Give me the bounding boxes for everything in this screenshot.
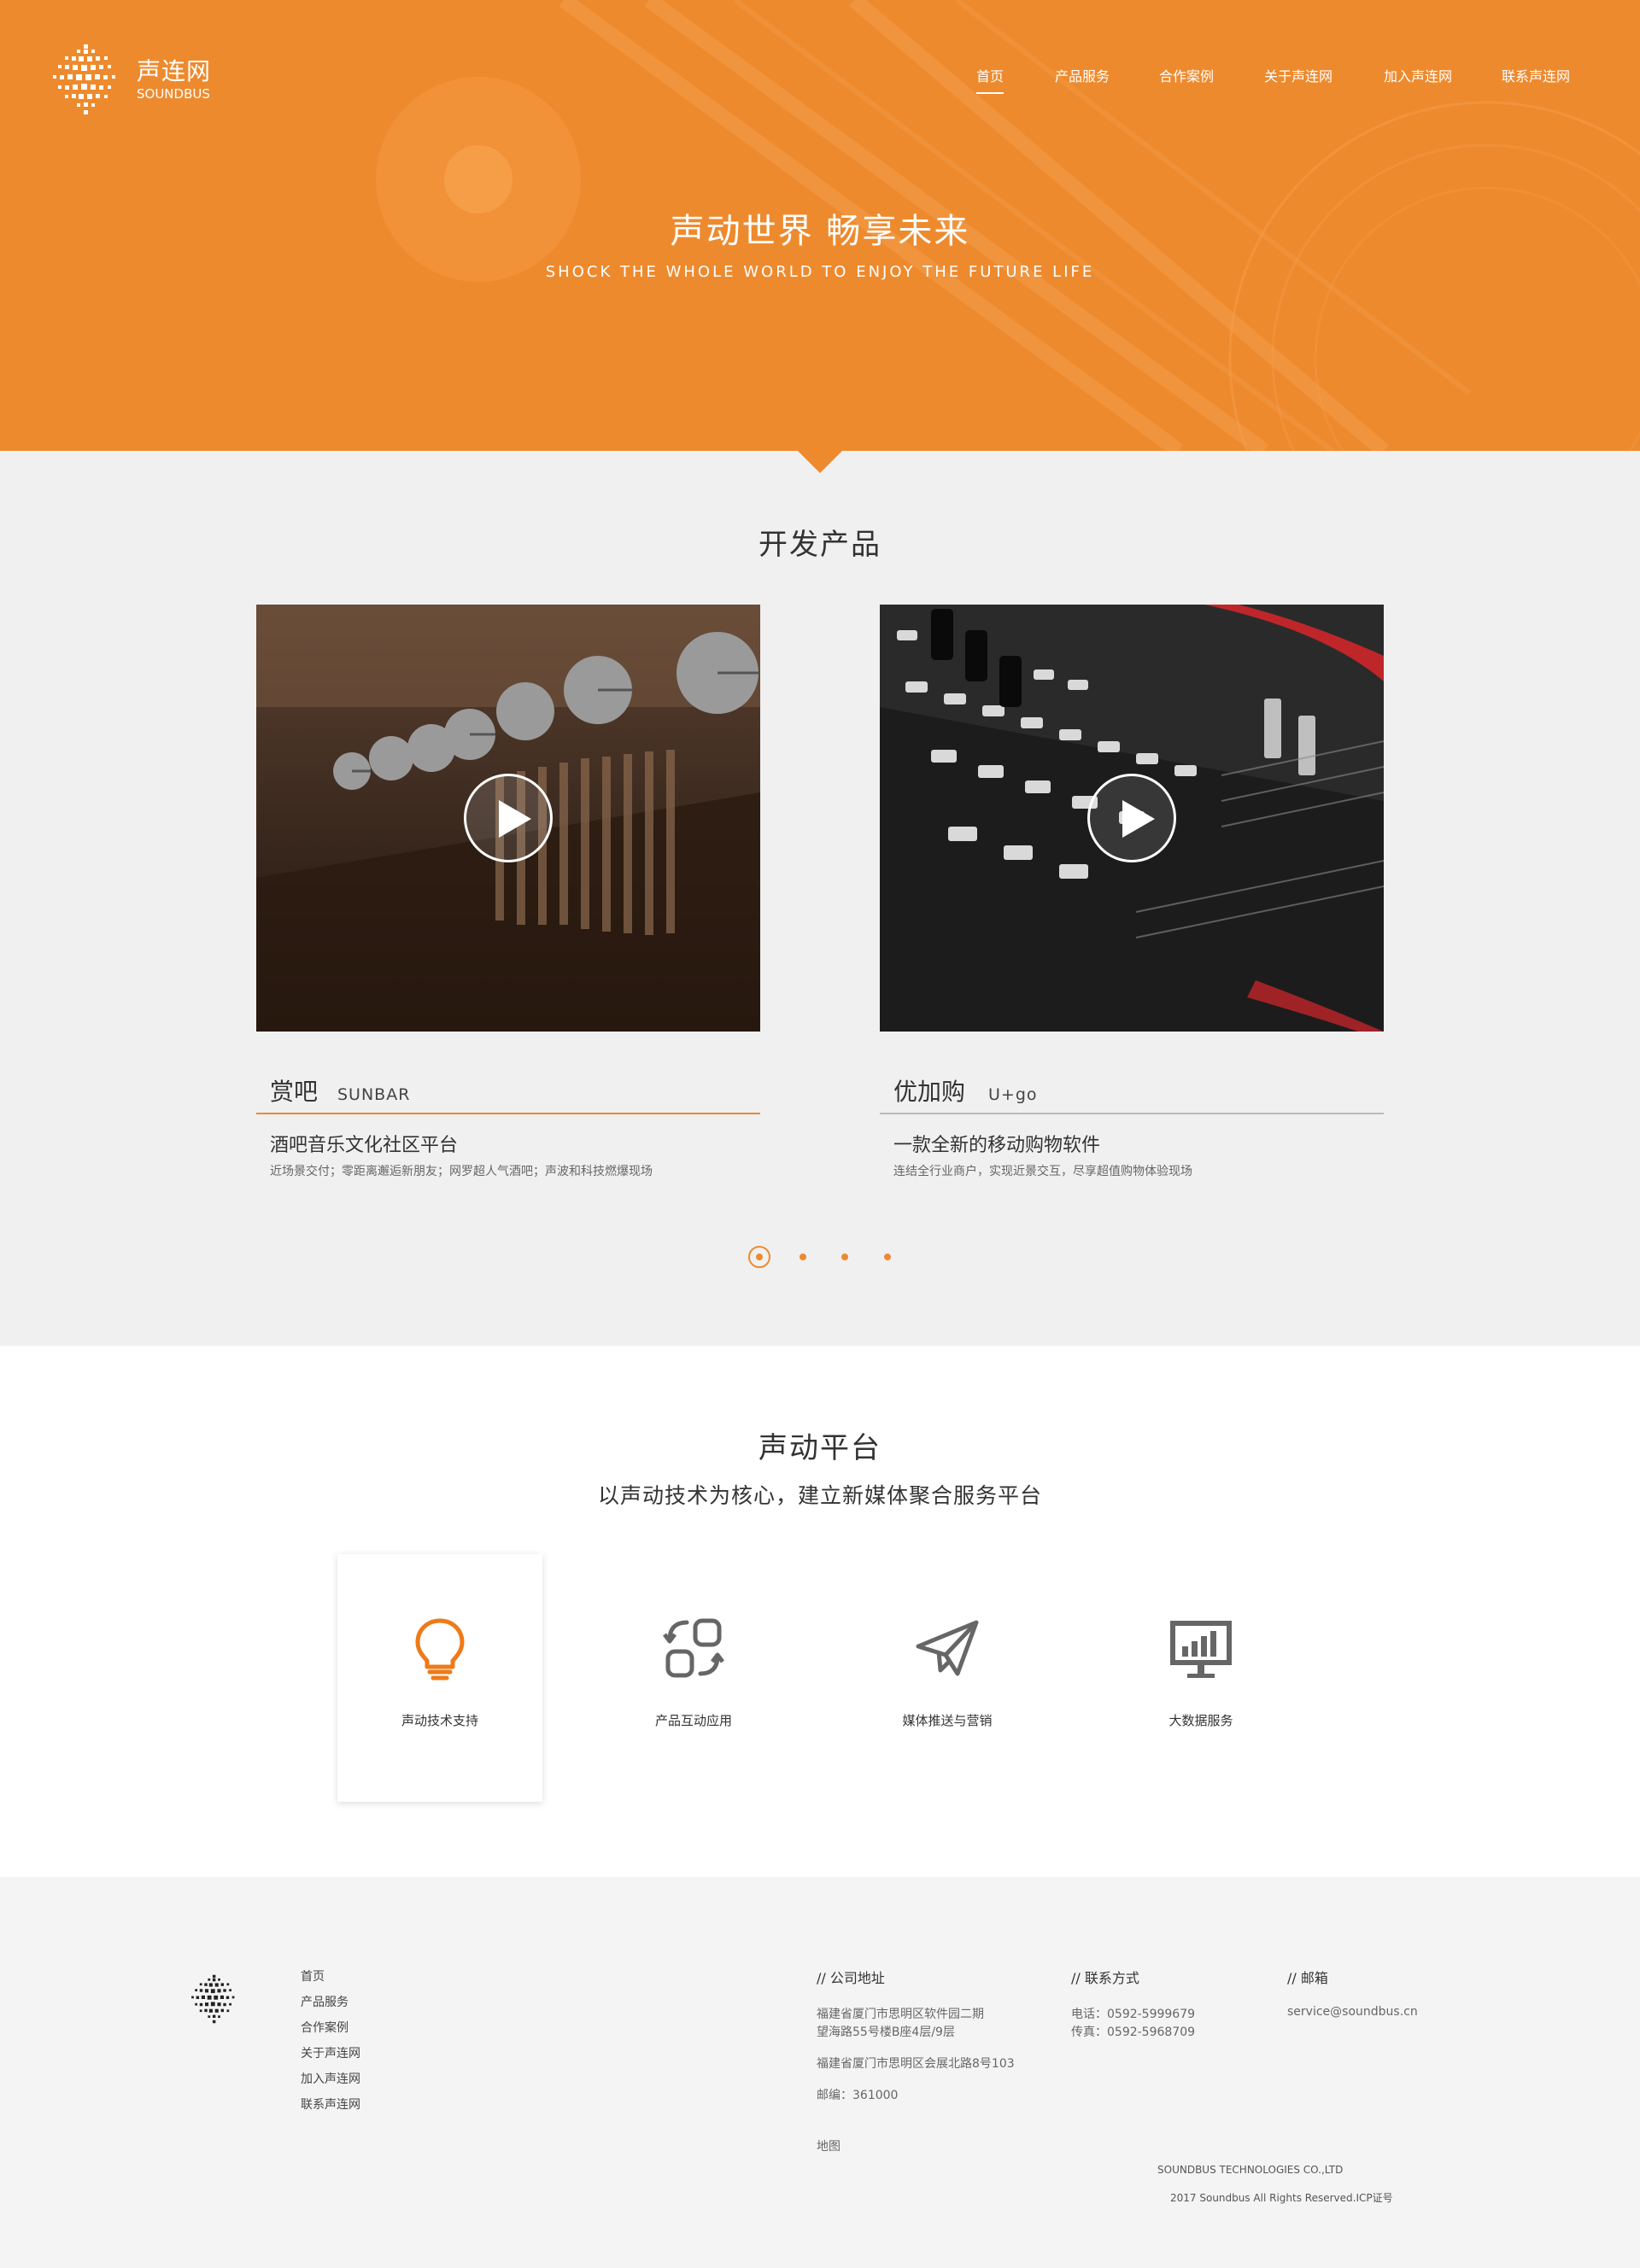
- pagination-dot-1[interactable]: [748, 1246, 770, 1268]
- address-line-1: 福建省厦门市思明区软件园二期: [817, 2008, 984, 2021]
- products-title: 开发产品: [758, 528, 882, 562]
- phone-number: 电话：0592-5999679: [1071, 2008, 1196, 2021]
- nav-item-home[interactable]: 首页: [976, 65, 1004, 94]
- play-button[interactable]: [464, 774, 553, 862]
- email-link[interactable]: service@soundbus.cn: [1287, 2005, 1418, 2019]
- lightbulb-icon: [415, 1618, 465, 1681]
- card-header: 优加购 U+go: [880, 1070, 1384, 1114]
- bar-scene-image: [256, 605, 760, 1032]
- footer-link-join[interactable]: 加入声连网: [301, 2070, 360, 2087]
- mixer-console-image: [880, 605, 1384, 1032]
- footer-link-about[interactable]: 关于声连网: [301, 2044, 360, 2061]
- product-name: 赏吧: [270, 1078, 319, 1106]
- bar-chart-monitor-icon: [1170, 1621, 1232, 1678]
- pagination-dot-2[interactable]: [800, 1254, 806, 1260]
- footer: [0, 1877, 1640, 2268]
- feature-interaction[interactable]: 产品互动应用: [591, 1554, 796, 1802]
- address-line-3: 福建省厦门市思明区会展北路8号103: [817, 2057, 1015, 2071]
- footer-link-products[interactable]: 产品服务: [301, 1993, 348, 2010]
- product-description: 一款全新的移动购物软件: [893, 1135, 1101, 1156]
- nav-item-about[interactable]: 关于声连网: [1264, 65, 1332, 85]
- feature-big-data[interactable]: 大数据服务: [1098, 1554, 1303, 1802]
- fax-number: 传真：0592-5968709: [1071, 2025, 1196, 2039]
- section-pointer: [798, 451, 842, 473]
- platform-subtitle: 以声动技术为核心，建立新媒体聚合服务平台: [597, 1483, 1042, 1508]
- hero-subtitle: SHOCK THE WHOLE WORLD TO ENJOY THE FUTUR…: [545, 263, 1095, 281]
- nav-item-products[interactable]: 产品服务: [1055, 65, 1110, 85]
- interaction-icon: [663, 1618, 724, 1678]
- hero-title: 声动世界 畅享未来: [670, 212, 970, 251]
- feature-tech-support[interactable]: 声动技术支持: [337, 1554, 542, 1802]
- platform-title: 声动平台: [758, 1431, 882, 1465]
- address-heading: // 公司地址: [817, 1970, 885, 1986]
- map-link[interactable]: 地图: [817, 2137, 840, 2154]
- product-description: 酒吧音乐文化社区平台: [270, 1135, 459, 1156]
- address-line-2: 望海路55号楼B座4层/9层: [817, 2025, 955, 2039]
- footer-link-home[interactable]: 首页: [301, 1967, 325, 1984]
- feature-label: 媒体推送与营销: [902, 1713, 993, 1728]
- email-heading: // 邮箱: [1287, 1970, 1328, 1986]
- products-section: [0, 451, 1640, 1346]
- hero-banner: 声连网 SOUNDBUS 首页 产品服务 合作案例 关于声连网 加入声连网 联系…: [0, 0, 1640, 451]
- nav-item-contact[interactable]: 联系声连网: [1502, 65, 1570, 85]
- contact-heading: // 联系方式: [1071, 1970, 1139, 1986]
- card-header: 赏吧 SUNBAR: [256, 1070, 760, 1114]
- product-card-ugo[interactable]: 优加购 U+go 一款全新的移动购物软件 连结全行业商户，实现近景交互，尽享超值…: [880, 605, 1384, 1185]
- carousel-pagination: [0, 1246, 1640, 1268]
- feature-label: 大数据服务: [1168, 1713, 1233, 1728]
- main-nav: 首页 产品服务 合作案例 关于声连网 加入声连网 联系声连网: [0, 65, 1640, 94]
- feature-label: 声动技术支持: [401, 1713, 478, 1728]
- copyright: 2017 Soundbus All Rights Reserved.ICP证号: [1170, 2192, 1393, 2204]
- nav-item-cases[interactable]: 合作案例: [1159, 65, 1214, 85]
- paper-plane-icon: [916, 1620, 979, 1676]
- product-name-en: U+go: [988, 1085, 1038, 1104]
- pagination-dot-3[interactable]: [841, 1254, 848, 1260]
- footer-link-cases[interactable]: 合作案例: [301, 2019, 348, 2036]
- footer-logo-icon: [191, 1974, 235, 2024]
- footer-link-contact[interactable]: 联系声连网: [301, 2096, 360, 2113]
- pagination-dot-4[interactable]: [884, 1254, 891, 1260]
- product-card-sunbar[interactable]: 赏吧 SUNBAR 酒吧音乐文化社区平台 近场景交付；零距离邂逅新朋友；网罗超人…: [256, 605, 760, 1185]
- feature-media-marketing[interactable]: 媒体推送与营销: [845, 1554, 1050, 1802]
- company-name: SOUNDBUS TECHNOLOGIES CO.,LTD: [1157, 2164, 1344, 2176]
- nav-item-join[interactable]: 加入声连网: [1384, 65, 1452, 85]
- product-features: 连结全行业商户，实现近景交互，尽享超值购物体验现场: [893, 1165, 1192, 1178]
- feature-label: 产品互动应用: [654, 1713, 732, 1728]
- product-features: 近场景交付；零距离邂逅新朋友；网罗超人气酒吧；声波和科技燃爆现场: [270, 1165, 653, 1178]
- postcode: 邮编：361000: [817, 2089, 899, 2102]
- product-name-en: SUNBAR: [337, 1085, 411, 1104]
- product-name: 优加购: [893, 1078, 966, 1106]
- play-button[interactable]: [1087, 774, 1176, 862]
